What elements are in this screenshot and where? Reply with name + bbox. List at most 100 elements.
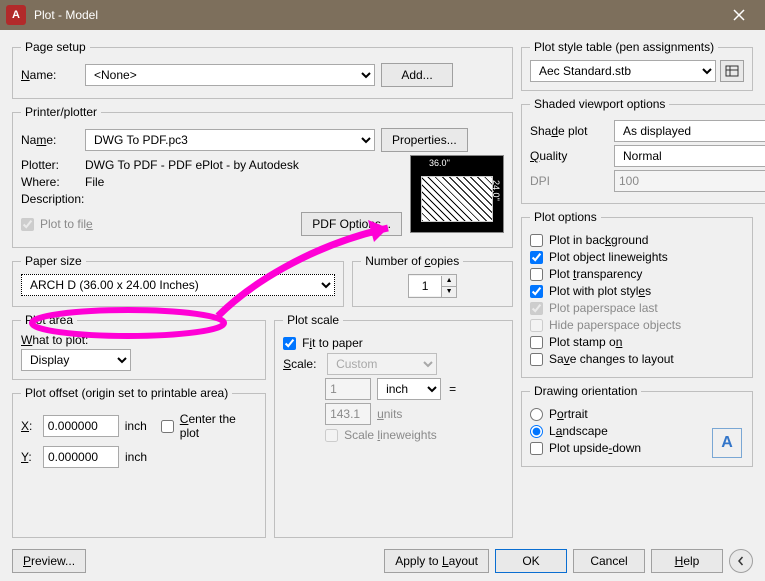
- scale-lineweights-label: Scale lineweights: [344, 428, 437, 442]
- fit-to-paper-checkbox[interactable]: [283, 337, 296, 350]
- plotter-value: DWG To PDF - PDF ePlot - by Autodesk: [85, 158, 299, 172]
- printer-group: Printer/plotter Name: DWG To PDF.pc3 Pro…: [12, 105, 513, 248]
- upside-down-checkbox[interactable]: [530, 442, 543, 455]
- plot-bg-checkbox[interactable]: [530, 234, 543, 247]
- pdf-options-button[interactable]: PDF Options...: [301, 212, 402, 236]
- scale-unit1-select[interactable]: inches: [377, 378, 441, 400]
- where-value: File: [85, 175, 104, 189]
- close-button[interactable]: [719, 1, 759, 29]
- description-label: Description:: [21, 192, 79, 206]
- plot-options-legend: Plot options: [530, 210, 601, 224]
- properties-button[interactable]: Properties...: [381, 128, 468, 152]
- plot-hp-label: Hide paperspace objects: [549, 318, 681, 332]
- cancel-button[interactable]: Cancel: [573, 549, 645, 573]
- shaded-legend: Shaded viewport options: [530, 97, 669, 111]
- save-changes-checkbox[interactable]: [530, 353, 543, 366]
- footer: Preview... Apply to Layout OK Cancel Hel…: [0, 541, 765, 581]
- landscape-label: Landscape: [549, 424, 608, 438]
- page-setup-name-label: Name:: [21, 68, 79, 82]
- plot-tr-checkbox[interactable]: [530, 268, 543, 281]
- plot-pl-checkbox: [530, 302, 543, 315]
- dpi-label: DPI: [530, 174, 608, 188]
- x-label: X:: [21, 419, 37, 433]
- what-to-plot-label: What to plot:: [21, 333, 257, 347]
- app-icon: A: [6, 5, 26, 25]
- copies-legend: Number of copies: [361, 254, 463, 268]
- plot-area-group: Plot area What to plot: Display: [12, 313, 266, 380]
- plot-offset-legend: Plot offset (origin set to printable are…: [21, 386, 232, 400]
- shaded-group: Shaded viewport options Shade plot As dis…: [521, 97, 765, 204]
- help-button[interactable]: Help: [651, 549, 723, 573]
- copies-up[interactable]: ▲: [442, 276, 456, 287]
- page-setup-group: Page setup Name: <None> Add...: [12, 40, 513, 99]
- scale-unit2: units: [377, 407, 402, 421]
- shade-plot-select[interactable]: As displayed: [614, 120, 765, 142]
- orientation-icon: A: [712, 428, 742, 458]
- ok-button[interactable]: OK: [495, 549, 567, 573]
- quality-label: Quality: [530, 149, 608, 163]
- printer-name-select[interactable]: DWG To PDF.pc3: [85, 129, 375, 151]
- paper-preview: 36.0'' 24.0'': [410, 155, 504, 233]
- plot-hp-checkbox: [530, 319, 543, 332]
- scale-label: Scale:: [283, 357, 321, 371]
- y-input[interactable]: [43, 446, 119, 468]
- fit-to-paper-label: Fit to paper: [302, 336, 363, 350]
- scale-lineweights-checkbox: [325, 429, 338, 442]
- paper-size-legend: Paper size: [21, 254, 86, 268]
- plot-to-file-label: Plot to file: [40, 217, 93, 231]
- where-label: Where:: [21, 175, 79, 189]
- center-plot-checkbox[interactable]: [161, 420, 174, 433]
- plot-lw-checkbox[interactable]: [530, 251, 543, 264]
- preview-width: 36.0'': [429, 158, 450, 168]
- plot-options-group: Plot options Plot in background Plot obj…: [521, 210, 753, 378]
- copies-input[interactable]: [409, 276, 441, 296]
- preview-button[interactable]: Preview...: [12, 549, 86, 573]
- portrait-radio[interactable]: [530, 408, 543, 421]
- landscape-radio[interactable]: [530, 425, 543, 438]
- plot-stamp-checkbox[interactable]: [530, 336, 543, 349]
- copies-down[interactable]: ▼: [442, 287, 456, 297]
- titlebar: A Plot - Model: [0, 0, 765, 30]
- shade-plot-label: Shade plot: [530, 124, 608, 138]
- plot-scale-group: Plot scale Fit to paper Scale: Custom in…: [274, 313, 513, 538]
- paper-size-select[interactable]: ARCH D (36.00 x 24.00 Inches): [21, 274, 335, 296]
- portrait-label: Portrait: [549, 407, 588, 421]
- paper-size-group: Paper size ARCH D (36.00 x 24.00 Inches): [12, 254, 344, 307]
- plot-pl-label: Plot paperspace last: [549, 301, 658, 315]
- plot-style-legend: Plot style table (pen assignments): [530, 40, 718, 54]
- x-unit: inch: [125, 419, 147, 433]
- chevron-left-icon: [736, 556, 746, 566]
- x-input[interactable]: [43, 415, 119, 437]
- scale-select: Custom: [327, 353, 437, 375]
- plot-lw-label: Plot object lineweights: [549, 250, 668, 264]
- y-label: Y:: [21, 450, 37, 464]
- plot-tr-label: Plot transparency: [549, 267, 642, 281]
- page-setup-name-select[interactable]: <None>: [85, 64, 375, 86]
- dpi-input: [614, 170, 765, 192]
- plot-stamp-label: Plot stamp on: [549, 335, 622, 349]
- plot-style-group: Plot style table (pen assignments) Aec S…: [521, 40, 753, 91]
- y-unit: inch: [125, 450, 147, 464]
- plot-scale-legend: Plot scale: [283, 313, 343, 327]
- plot-ps-label: Plot with plot styles: [549, 284, 651, 298]
- plot-style-edit-button[interactable]: [720, 60, 744, 82]
- what-to-plot-select[interactable]: Display: [21, 349, 131, 371]
- plot-offset-group: Plot offset (origin set to printable are…: [12, 386, 266, 538]
- save-changes-label: Save changes to layout: [549, 352, 674, 366]
- apply-to-layout-button[interactable]: Apply to Layout: [384, 549, 489, 573]
- plot-ps-checkbox[interactable]: [530, 285, 543, 298]
- orientation-legend: Drawing orientation: [530, 384, 641, 398]
- copies-spinner[interactable]: ▲▼: [408, 274, 457, 298]
- add-button[interactable]: Add...: [381, 63, 453, 87]
- center-plot-label: Center the plot: [180, 412, 257, 440]
- upside-down-label: Plot upside-down: [549, 441, 641, 455]
- plotter-label: Plotter:: [21, 158, 79, 172]
- quality-select[interactable]: Normal: [614, 145, 765, 167]
- scale-val1-input: [325, 378, 371, 400]
- plot-bg-label: Plot in background: [549, 233, 648, 247]
- collapse-button[interactable]: [729, 549, 753, 573]
- plot-to-file-checkbox: [21, 218, 34, 231]
- printer-name-label: Name:: [21, 133, 79, 147]
- plot-style-select[interactable]: Aec Standard.stb: [530, 60, 716, 82]
- plot-area-legend: Plot area: [21, 313, 77, 327]
